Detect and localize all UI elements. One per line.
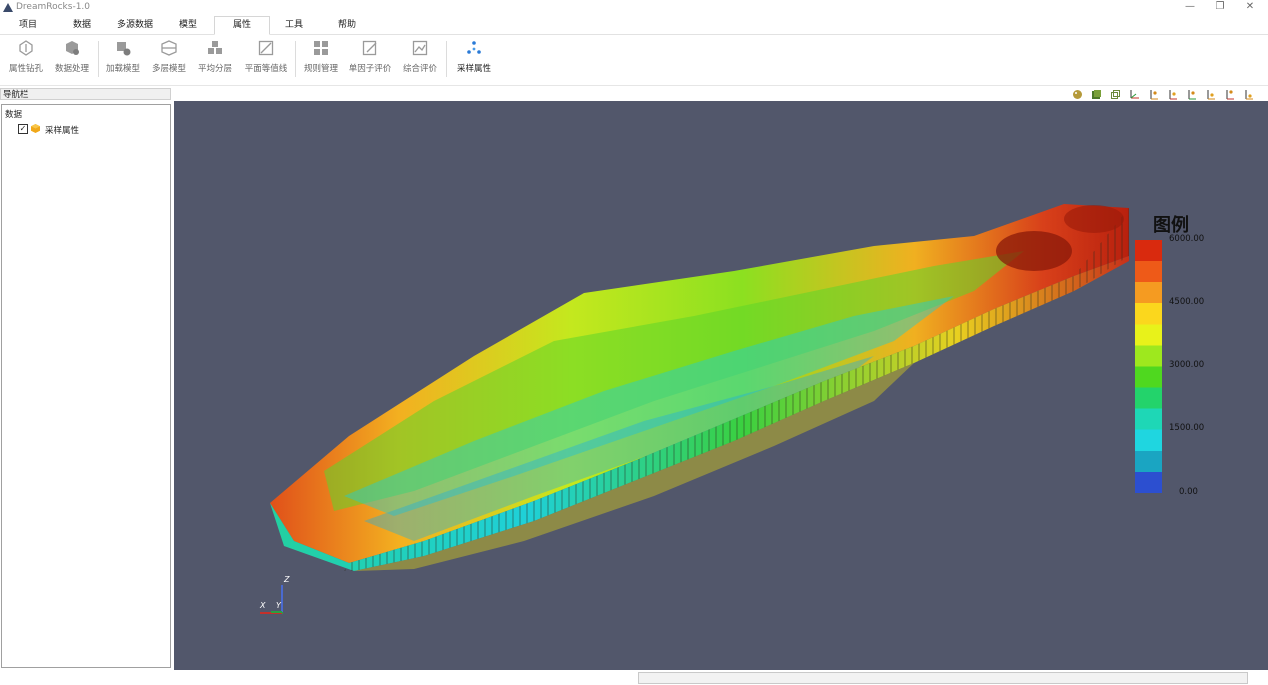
tab-attribute[interactable]: 属性 <box>214 16 270 35</box>
single-factor-evaluation-button[interactable]: 单因子评价 <box>345 37 395 81</box>
tab-project[interactable]: 项目 <box>1 17 55 33</box>
contour-button[interactable]: 平面等值线 <box>242 37 290 81</box>
tab-model[interactable]: 模型 <box>161 17 215 33</box>
close-button[interactable]: ✕ <box>1237 0 1263 14</box>
contour-icon <box>258 40 274 56</box>
edit-doc-icon <box>362 40 377 56</box>
app-logo-icon <box>3 3 13 12</box>
window-title: DreamRocks-1.0 <box>16 2 91 12</box>
view-top-icon[interactable] <box>1224 89 1235 100</box>
palette-icon[interactable] <box>1072 89 1083 100</box>
cube-icon <box>31 124 40 133</box>
axis-label-y: Y <box>276 601 281 610</box>
solid-cube-icon[interactable] <box>1091 89 1102 100</box>
tab-tools[interactable]: 工具 <box>267 17 321 33</box>
menu-bar: 项目 数据 多源数据 模型 属性 工具 帮助 <box>0 16 1268 35</box>
view-bottom-icon[interactable] <box>1243 89 1254 100</box>
progress-bar <box>638 672 1248 684</box>
attribute-drillhole-button[interactable]: 属性钻孔 <box>4 37 48 81</box>
status-bar <box>0 670 1268 685</box>
legend-color-bar <box>1135 240 1162 493</box>
navigation-panel: 导航栏 数据 ✓ 采样属性 <box>0 88 173 670</box>
tab-multisource-data[interactable]: 多源数据 <box>108 17 162 33</box>
tab-data[interactable]: 数据 <box>55 17 109 33</box>
comprehensive-evaluation-button[interactable]: 综合评价 <box>398 37 442 81</box>
sampling-attribute-button[interactable]: 采样属性 <box>452 37 496 81</box>
axis-label-x: X <box>260 601 266 610</box>
axis-label-z: Z <box>284 575 290 584</box>
view-left-icon[interactable] <box>1186 89 1197 100</box>
tree-root-data[interactable]: 数据 <box>5 108 22 120</box>
cube-gear-icon <box>66 41 79 55</box>
maximize-button[interactable]: ❐ <box>1207 0 1233 14</box>
viewport-toolbar <box>174 88 1268 101</box>
image-chart-icon <box>412 40 428 56</box>
view-right-icon[interactable] <box>1205 89 1216 100</box>
view-back-icon[interactable] <box>1167 89 1178 100</box>
nav-tree: 数据 ✓ 采样属性 <box>1 104 171 668</box>
title-bar: DreamRocks-1.0 — ❐ ✕ <box>0 0 1268 16</box>
drill-icon <box>19 40 33 56</box>
legend-label-6000: 6000.00 <box>1169 234 1205 244</box>
legend-label-1500: 1500.00 <box>1169 423 1205 433</box>
view-front-icon[interactable] <box>1148 89 1159 100</box>
load-model-icon <box>117 42 131 56</box>
wire-cube-icon[interactable] <box>1110 89 1121 100</box>
average-layering-button[interactable]: 平均分层 <box>193 37 237 81</box>
layers-icon <box>161 40 177 56</box>
scatter-points-icon <box>467 41 481 54</box>
ribbon-separator <box>295 41 296 77</box>
data-processing-button[interactable]: 数据处理 <box>50 37 94 81</box>
multilayer-model-button[interactable]: 多层模型 <box>147 37 191 81</box>
grid-icon <box>314 41 328 55</box>
tree-item-checkbox[interactable]: ✓ <box>18 124 28 134</box>
legend-label-4500: 4500.00 <box>1169 297 1205 307</box>
load-model-button[interactable]: 加载模型 <box>101 37 145 81</box>
geology-model-render <box>260 204 1129 614</box>
nav-header: 导航栏 <box>0 88 171 100</box>
tab-help[interactable]: 帮助 <box>320 17 374 33</box>
ribbon-separator <box>98 41 99 77</box>
tree-item-label: 采样属性 <box>45 126 80 136</box>
3d-viewport[interactable]: Z X Y 图例 6000.00 4500.00 3000.00 1500.00… <box>174 101 1268 670</box>
axes-icon[interactable] <box>1129 89 1140 100</box>
cubes-icon <box>208 41 222 54</box>
rule-management-button[interactable]: 规则管理 <box>299 37 343 81</box>
minimize-button[interactable]: — <box>1177 0 1203 14</box>
legend-label-3000: 3000.00 <box>1169 360 1205 370</box>
ribbon-separator <box>446 41 447 77</box>
legend-label-0: 0.00 <box>1179 487 1198 497</box>
ribbon-toolbar: 属性钻孔 数据处理 加载模型 多层模型 平均分层 平面等值线 规则管理 单因子评… <box>0 35 1268 86</box>
